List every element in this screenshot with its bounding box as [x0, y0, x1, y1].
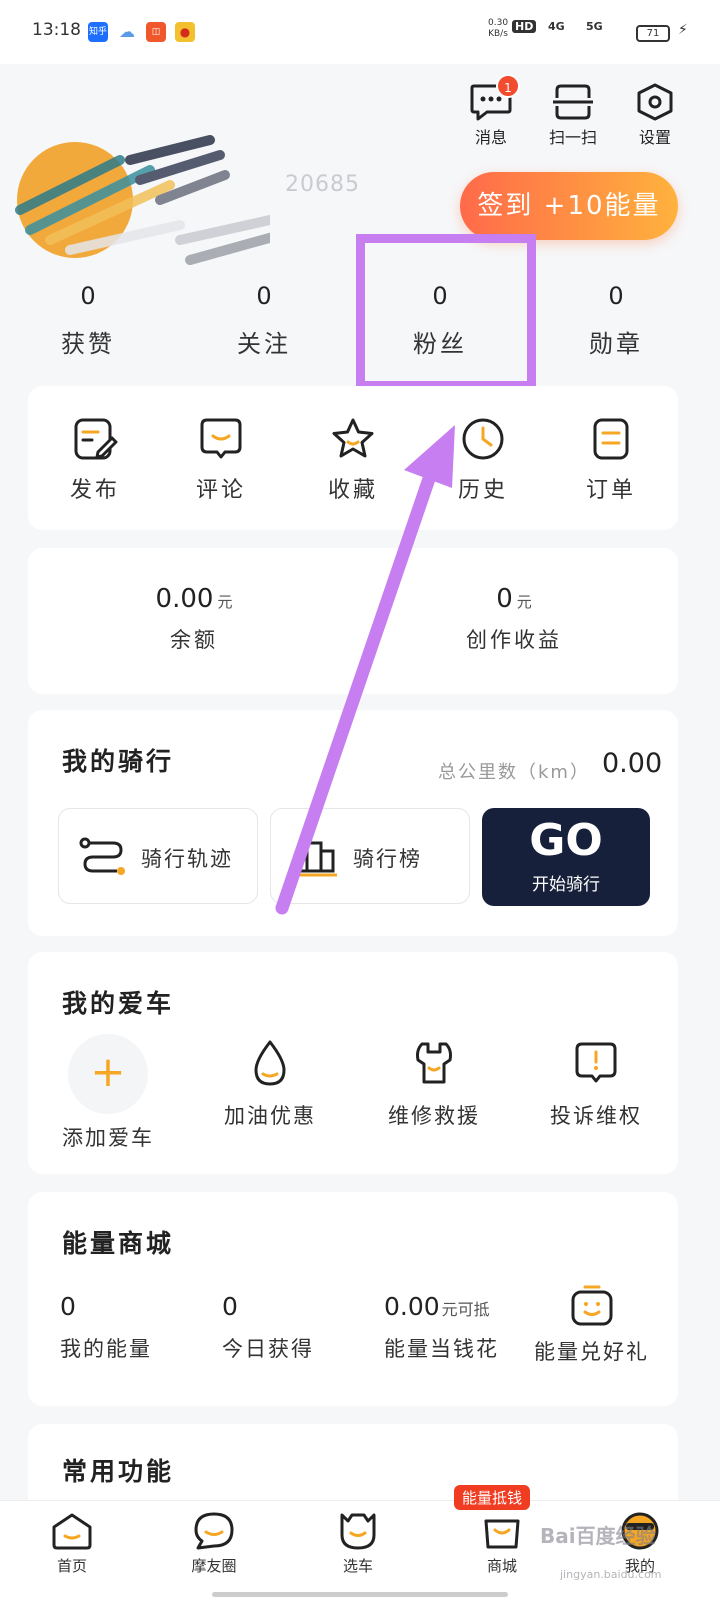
shopping-bag-icon — [484, 1519, 520, 1549]
helmet-icon — [340, 1513, 376, 1550]
home-icon — [52, 1513, 92, 1550]
baidu-watermark: Bai百度经验 — [540, 1524, 656, 1548]
nav-label: 选车 — [342, 1557, 373, 1575]
promo-badge: 能量抵钱 — [454, 1485, 531, 1510]
annotation-arrow — [275, 425, 455, 915]
nav-label: 首页 — [56, 1557, 87, 1575]
nav-label: 商城 — [486, 1557, 517, 1575]
nav-mall[interactable]: 商城 — [462, 1511, 542, 1576]
nav-choose-car[interactable]: 选车 — [318, 1511, 398, 1576]
chat-bubble-icon — [194, 1512, 234, 1550]
home-indicator — [212, 1592, 508, 1597]
nav-riders-circle[interactable]: 摩友圈 — [174, 1511, 254, 1576]
baidu-watermark-url: jingyan.baidu.com — [560, 1568, 662, 1581]
nav-label: 摩友圈 — [191, 1557, 237, 1575]
nav-home[interactable]: 首页 — [32, 1511, 112, 1576]
bottom-navigation: 能量抵钱 首页 摩友圈 选车 商城 我的 — [0, 1485, 720, 1600]
